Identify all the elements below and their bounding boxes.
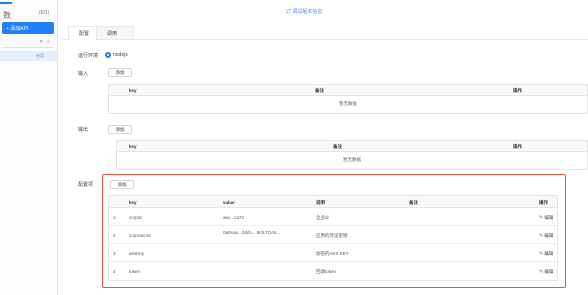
output-empty-text: 暂无数据 [343,157,361,162]
column-header-action: 操作 [513,88,522,93]
add-api-button[interactable]: + 添加API [2,22,54,34]
edit-label: 编辑 [544,269,554,274]
row-key: corpId [129,215,142,220]
input-label: 输入 [78,71,89,77]
runtime-radio-nodejs[interactable]: nodejs [105,52,128,58]
column-header-action: 操作 [513,144,522,149]
runtime-label: 运行环境 [78,53,99,59]
row-index: 1 [113,215,116,220]
sidebar-count: (0/1) [39,10,50,16]
row-desc: 企业id [316,215,329,220]
sidebar-active-indicator [0,2,12,4]
row-value: 0a0Aax...0dcb... 8cfLTCA5... [223,230,281,235]
column-header-desc: 说明 [316,200,325,205]
add-input-button[interactable]: 添加 [108,68,132,77]
pencil-icon: ✎ [539,215,544,221]
pencil-icon: ✎ [539,269,544,275]
radio-selected-icon [105,52,111,58]
edit-button[interactable]: ✎编辑 [539,233,553,239]
column-header-key: key [129,200,137,205]
edit-button[interactable]: ✎编辑 [539,215,553,221]
sidebar-title: 数 [3,11,11,20]
table-row: 1 corpId ww....ca72 企业id ✎编辑 [109,209,557,226]
edit-button[interactable]: ✎编辑 [539,251,553,257]
tab-invoke[interactable]: 调用 [96,26,134,40]
row-desc: 加密的AES KEY [316,251,349,256]
row-value: ww....ca72 [223,215,245,220]
column-header-key: key [129,88,137,93]
tab-config-label: 配置 [79,30,90,37]
runtime-value: nodejs [113,52,128,58]
row-desc: 回调token [316,269,337,274]
add-api-label: + 添加API [6,25,29,32]
column-header-key: key [129,144,137,149]
column-header-action: 操作 [539,200,548,205]
config-table-header: key value 说明 备注 操作 [109,196,557,208]
pencil-icon: ✎ [539,233,544,239]
row-key: token [129,269,141,274]
edit-label: 编辑 [544,215,554,220]
row-desc: 应用的凭证密钥 [316,233,348,238]
column-header-note: 备注 [315,88,324,93]
input-empty-text: 暂无数据 [339,101,357,106]
add-config-button[interactable]: 添加 [110,180,134,189]
sidebar-item-api[interactable]: 启用 [0,51,57,61]
status-badge: 启用 [36,53,44,58]
edit-label: 编辑 [544,233,554,238]
edit-label: 编辑 [544,251,554,256]
debug-version-link[interactable]: ⇄ 调试版本信息 [286,8,322,15]
tab-invoke-label: 调用 [107,30,118,37]
search-icon[interactable]: ⌕ [47,39,50,45]
row-index: 2 [113,233,116,238]
clear-icon[interactable]: ✕ [39,39,43,45]
add-output-button[interactable]: 添加 [108,125,132,134]
row-index: 3 [113,251,116,256]
edit-button[interactable]: ✎编辑 [539,269,553,275]
row-key: aesKey [129,251,145,256]
pencil-icon: ✎ [539,251,544,257]
tab-bar: 配置 调用 [62,26,588,40]
column-header-note: 备注 [409,200,418,205]
input-table-header: key 备注 操作 [109,85,587,96]
config-label: 配置项 [78,182,94,188]
table-row: 2 corpSecret 0a0Aax...0dcb... 8cfLTCA5..… [109,227,557,244]
output-table-header: key 备注 操作 [117,141,587,152]
output-table: key 备注 操作 暂无数据 [116,140,588,170]
row-key: corpSecret [129,233,151,238]
debug-version-label: 调试版本信息 [292,9,323,15]
output-label: 输出 [78,127,89,133]
column-header-note: 备注 [333,144,342,149]
table-row: 3 aesKey 加密的AES KEY ✎编辑 [109,245,557,262]
input-table: key 备注 操作 暂无数据 [108,84,588,114]
sidebar: 数 (0/1) + 添加API ✕ ⌕ 启用 [0,0,58,295]
column-header-value: value [223,200,235,205]
table-row: 4 token 回调token ✎编辑 [109,263,557,280]
sidebar-search-input[interactable]: ✕ ⌕ [2,39,54,48]
top-bar [58,0,588,22]
config-table: key value 说明 备注 操作 1 corpId ww....ca72 企… [108,195,558,281]
row-index: 4 [113,269,116,274]
